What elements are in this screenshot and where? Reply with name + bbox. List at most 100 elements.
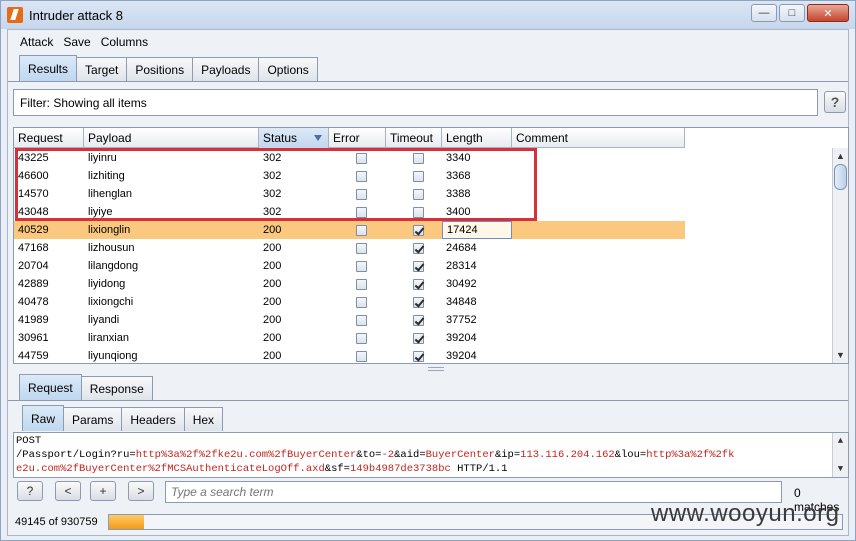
scroll-thumb[interactable]	[834, 164, 847, 190]
cell-comment	[512, 257, 685, 275]
cell-status: 302	[263, 152, 282, 164]
col-length[interactable]: Length	[442, 128, 512, 148]
col-status-label: Status	[263, 131, 298, 145]
tab-payloads[interactable]: Payloads	[192, 57, 260, 81]
menu-columns[interactable]: Columns	[101, 35, 148, 49]
col-status[interactable]: Status	[259, 128, 329, 148]
cell-request: 43048	[18, 206, 49, 218]
scroll-up-icon[interactable]: ▲	[833, 149, 848, 163]
table-row[interactable]: 41989 liyandi 200 37752	[14, 311, 685, 329]
cell-length: 24684	[446, 242, 477, 254]
tab-results[interactable]: Results	[19, 55, 78, 81]
raw-line-3: e2u.com%2fBuyerCenter%2fMCSAuthenticateL…	[16, 463, 508, 475]
raw-line-2: /Passport/Login?ru=http%3a%2f%2fke2u.com…	[16, 449, 735, 461]
tab-raw[interactable]: Raw	[22, 405, 65, 431]
tab-positions[interactable]: Positions	[126, 57, 194, 81]
cell-timeout	[386, 311, 442, 329]
cell-payload: lizhousun	[88, 242, 135, 254]
cell-comment	[512, 329, 685, 347]
maximize-icon: □	[788, 7, 796, 19]
add-search-button[interactable]: +	[90, 481, 116, 501]
sort-descending-icon	[314, 135, 322, 141]
cell-payload: liyandi	[88, 314, 120, 326]
raw-scroll-up-icon[interactable]: ▲	[833, 434, 848, 448]
results-table: Request Payload Status Error Timeout Len…	[13, 127, 849, 364]
tab-response[interactable]: Response	[80, 376, 153, 400]
menu-save[interactable]: Save	[63, 35, 90, 49]
tab-divider	[8, 81, 848, 82]
col-comment[interactable]: Comment	[512, 128, 685, 148]
col-request[interactable]: Request	[14, 128, 84, 148]
raw-scrollbar[interactable]: ▲ ▼	[832, 433, 848, 477]
cell-length: 37752	[446, 314, 477, 326]
window-title: Intruder attack 8	[29, 7, 123, 23]
checkbox-unchecked-icon	[356, 314, 367, 326]
checkbox-checked-icon	[413, 260, 424, 272]
cell-comment	[512, 221, 685, 239]
checkbox-unchecked-icon	[356, 206, 367, 218]
filter-help-button[interactable]: ?	[824, 91, 846, 113]
tab-options[interactable]: Options	[258, 57, 318, 81]
tab-target[interactable]: Target	[76, 57, 128, 81]
checkbox-checked-icon	[413, 296, 424, 308]
cell-timeout	[386, 239, 442, 257]
checkbox-unchecked-icon	[356, 170, 367, 182]
table-row[interactable]: 42889 liyidong 200 30492	[14, 275, 685, 293]
cell-status: 200	[263, 260, 282, 272]
table-row[interactable]: 47168 lizhousun 200 24684	[14, 239, 685, 257]
split-pane-handle[interactable]	[428, 367, 444, 371]
cell-status: 200	[263, 332, 282, 344]
table-row[interactable]: 40478 lixiongchi 200 34848	[14, 293, 685, 311]
table-row[interactable]: 44759 liyunqiong 200 39204	[14, 347, 685, 363]
checkbox-checked-icon	[413, 242, 424, 254]
table-row[interactable]: 43048 liyiye 302 3400	[14, 203, 685, 221]
tab-headers[interactable]: Headers	[121, 407, 185, 431]
previous-match-button[interactable]: <	[55, 481, 81, 501]
close-button[interactable]: ✕	[807, 4, 849, 22]
filter-bar[interactable]: Filter: Showing all items	[13, 89, 818, 116]
cell-error	[329, 167, 386, 185]
menu-attack[interactable]: Attack	[20, 35, 53, 49]
detail-tab-divider	[8, 400, 848, 401]
col-payload[interactable]: Payload	[84, 128, 259, 148]
cell-status: 200	[263, 224, 282, 236]
tab-params[interactable]: Params	[63, 407, 123, 431]
cell-timeout	[386, 203, 442, 221]
cell-error	[329, 257, 386, 275]
cell-error	[329, 293, 386, 311]
raw-request-editor[interactable]: POST /Passport/Login?ru=http%3a%2f%2fke2…	[13, 432, 849, 478]
table-row[interactable]: 14570 lihenglan 302 3388	[14, 185, 685, 203]
cell-timeout	[386, 329, 442, 347]
cell-comment	[512, 203, 685, 221]
cell-timeout	[386, 347, 442, 363]
table-scrollbar[interactable]: ▲ ▼	[832, 148, 848, 363]
cell-request: 20704	[18, 260, 49, 272]
col-timeout[interactable]: Timeout	[386, 128, 442, 148]
cell-error	[329, 221, 386, 239]
search-help-button[interactable]: ?	[17, 481, 43, 501]
cell-error	[329, 149, 386, 167]
checkbox-unchecked-icon	[356, 224, 367, 236]
help-icon: ?	[26, 484, 34, 498]
table-header: Request Payload Status Error Timeout Len…	[14, 128, 685, 148]
maximize-button[interactable]: □	[779, 4, 805, 22]
cell-payload: lixionglin	[88, 224, 131, 236]
minimize-button[interactable]: —	[751, 4, 777, 22]
cell-status: 200	[263, 278, 282, 290]
table-row[interactable]: 30961 liranxian 200 39204	[14, 329, 685, 347]
table-row[interactable]: 20704 lilangdong 200 28314	[14, 257, 685, 275]
cell-timeout	[386, 185, 442, 203]
cell-payload: liranxian	[88, 332, 129, 344]
tab-hex[interactable]: Hex	[183, 407, 224, 431]
table-row[interactable]: 46600 lizhiting 302 3368	[14, 167, 685, 185]
checkbox-unchecked-icon	[413, 206, 424, 218]
raw-scroll-down-icon[interactable]: ▼	[833, 462, 848, 476]
title-bar: Intruder attack 8 — □ ✕	[1, 1, 855, 29]
tab-request[interactable]: Request	[19, 374, 82, 400]
col-error[interactable]: Error	[329, 128, 386, 148]
table-row[interactable]: 43225 liyinru 302 3340	[14, 149, 685, 167]
table-row[interactable]: 40529 lixionglin 200 17424	[14, 221, 685, 239]
scroll-down-icon[interactable]: ▼	[833, 348, 848, 362]
cell-payload: liyidong	[88, 278, 126, 290]
next-match-button[interactable]: >	[128, 481, 154, 501]
